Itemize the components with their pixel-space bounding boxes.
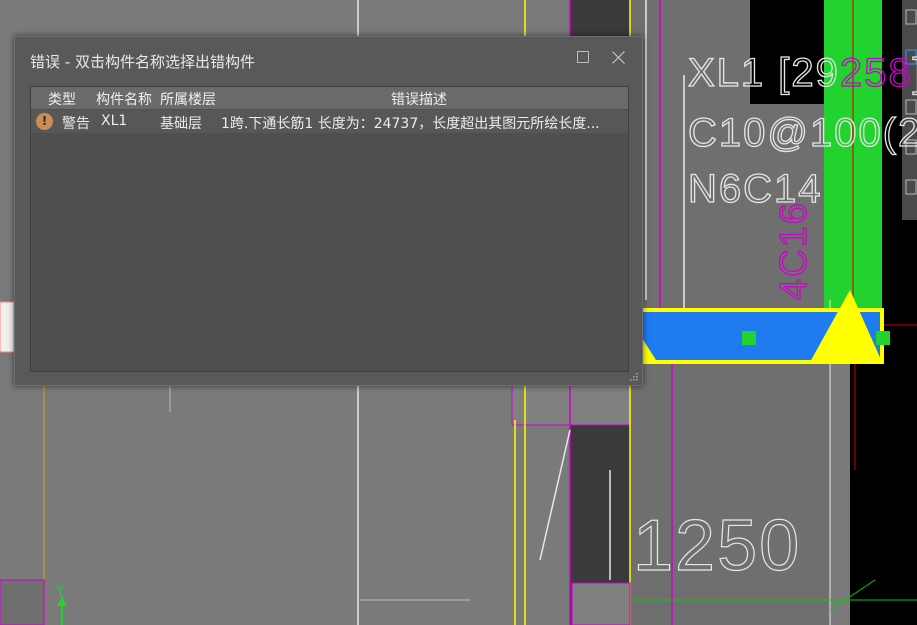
y-axis-label: Y <box>56 582 65 597</box>
column-header-type[interactable]: 类型 <box>48 89 76 109</box>
cell-type: 警告 <box>62 116 90 132</box>
dialog-title-bar[interactable]: 错误 - 双击构件名称选择出错构件 <box>15 37 642 83</box>
grey-beam-block <box>511 384 631 426</box>
maximize-icon[interactable] <box>577 51 589 63</box>
left-edge-element <box>0 301 15 353</box>
grip-point-2[interactable] <box>876 331 890 345</box>
stirrup-label: C10@100(2 <box>688 111 917 155</box>
cell-floor: 基础层 <box>160 116 202 132</box>
error-dialog[interactable]: 错误 - 双击构件名称选择出错构件 类型 构件名称 所属楼层 错误描述 ! 警告… <box>14 36 643 386</box>
side-toolbar[interactable] <box>902 0 917 220</box>
vertical-rebar-label: 4C16 <box>773 201 815 300</box>
error-table[interactable]: 类型 构件名称 所属楼层 错误描述 ! 警告 XL1 基础层 1跨.下通长筋1 … <box>30 86 629 372</box>
close-icon[interactable] <box>611 49 627 65</box>
warning-icon: ! <box>36 113 53 130</box>
column-header-name[interactable]: 构件名称 <box>96 89 152 109</box>
column-header-floor[interactable]: 所属楼层 <box>160 89 216 109</box>
bottom-grey-block <box>571 582 631 625</box>
column-header-description[interactable]: 错误描述 <box>391 89 447 109</box>
grip-point-1[interactable] <box>742 331 756 345</box>
table-header: 类型 构件名称 所属楼层 错误描述 <box>31 87 628 109</box>
cell-component-name[interactable]: XL1 <box>101 113 127 129</box>
dimension-label: 1250 <box>633 506 801 586</box>
beam-label: XL1 [29258] <box>688 51 917 95</box>
cell-description: 1跨.下通长筋1 长度为：24737，长度超出其图元所绘长度... <box>221 116 600 132</box>
bottom-left-block <box>0 579 45 625</box>
resize-grip-icon[interactable] <box>629 372 638 381</box>
table-row[interactable]: ! 警告 XL1 基础层 1跨.下通长筋1 长度为：24737，长度超出其图元所… <box>31 110 628 133</box>
dialog-title: 错误 - 双击构件名称选择出错构件 <box>30 53 255 71</box>
